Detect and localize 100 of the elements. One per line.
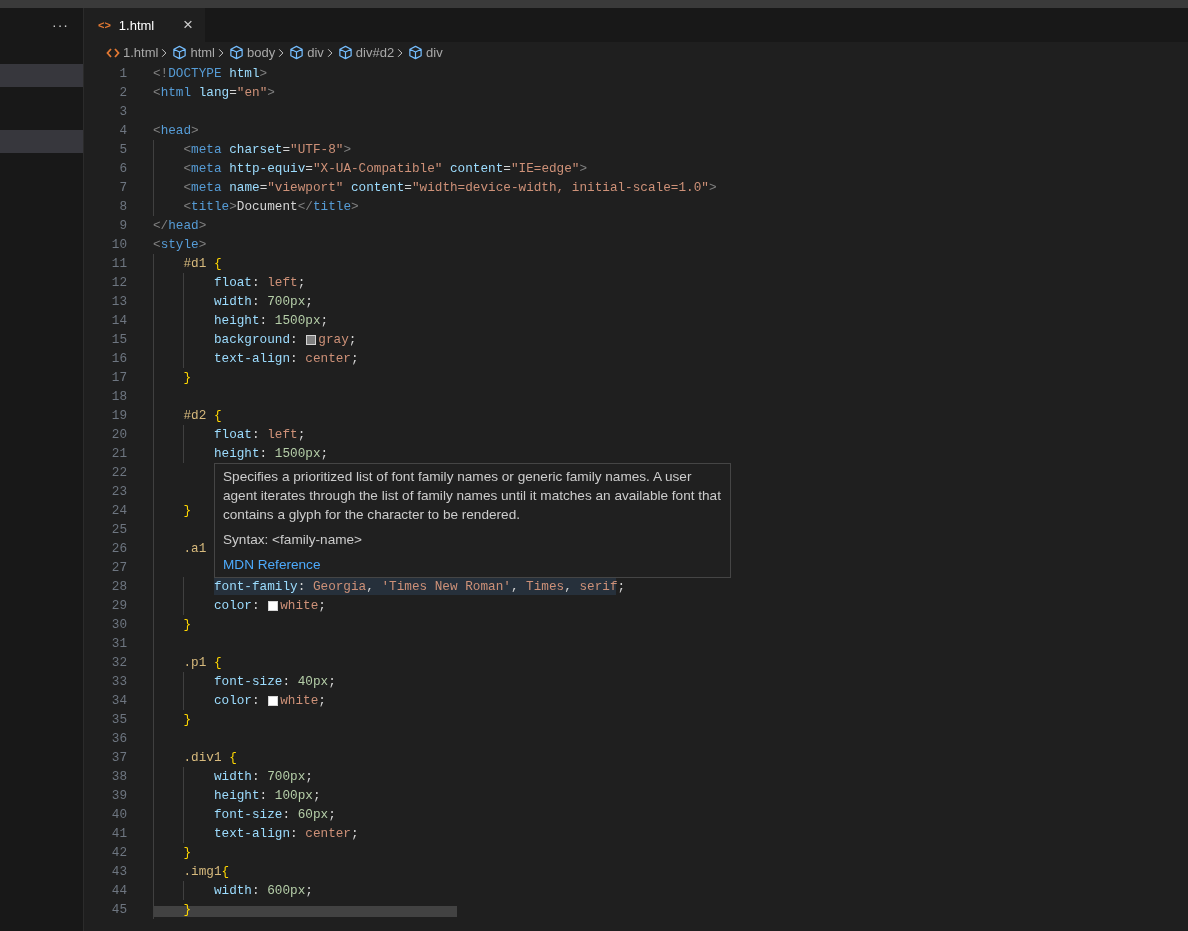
line-number: 33 [110, 673, 128, 691]
tooltip-description: Specifies a prioritized list of font family names or generic family names. A user agent iterates through the list of family names until it matches an available font that contains a glyph for the character to be rendered. [223, 468, 722, 524]
code-text: </head> [153, 217, 207, 235]
line-number: 5 [118, 141, 128, 159]
line-number: 45 [110, 901, 128, 919]
line-number: 4 [118, 122, 128, 140]
more-actions-icon[interactable]: ··· [52, 17, 69, 33]
line-number: 28 [110, 578, 128, 596]
breadcrumb-item[interactable]: 1.html [123, 45, 159, 60]
code-text: <head> [153, 122, 199, 140]
code-text: } [182, 616, 192, 634]
line-number: 21 [110, 445, 128, 463]
breadcrumb-item[interactable]: div [307, 45, 324, 60]
breadcrumb-item[interactable]: div [426, 45, 443, 60]
code-text: } [182, 901, 192, 919]
code-text: color: [212, 597, 261, 615]
line-number: 31 [110, 635, 128, 653]
line-number: 32 [110, 654, 128, 672]
line-number: 1 [118, 65, 128, 83]
code-text: width: 700px; [212, 293, 313, 311]
code-text: <style> [153, 236, 207, 254]
line-number: 18 [110, 388, 128, 406]
code-text: .img1{ [182, 863, 230, 881]
line-number: 44 [110, 882, 128, 900]
line-number: 35 [110, 711, 128, 729]
breadcrumb-item[interactable]: html [190, 45, 215, 60]
cube-icon [172, 45, 188, 60]
scrollbar-thumb[interactable] [153, 906, 457, 917]
line-number: 34 [110, 692, 128, 710]
line-number: 15 [110, 331, 128, 349]
line-number: 41 [110, 825, 128, 843]
code-text: font-size: 40px; [212, 673, 336, 691]
code-text: width: 600px; [212, 882, 313, 900]
code-text: } [182, 844, 192, 862]
line-number: 27 [110, 559, 128, 577]
line-number: 30 [110, 616, 128, 634]
line-number: 23 [110, 483, 128, 501]
code-text: white; [280, 597, 326, 615]
code-text: #d2 { [182, 407, 222, 425]
code-text: background: [212, 331, 299, 349]
code-text: .a1 [182, 540, 207, 558]
line-number: 20 [110, 426, 128, 444]
code-text: <meta http-equiv="X-UA-Compatible" content="IE=edge"> [182, 160, 588, 178]
code-text: } [182, 369, 192, 387]
line-number: 8 [118, 198, 128, 216]
line-number: 29 [110, 597, 128, 615]
line-number: 40 [110, 806, 128, 824]
code-text: } [182, 502, 192, 520]
line-number: 24 [110, 502, 128, 520]
line-number: 39 [110, 787, 128, 805]
color-swatch[interactable] [268, 600, 279, 611]
cube-icon [289, 45, 305, 60]
line-number: 6 [118, 160, 128, 178]
code-text: <meta name="viewport" content="width=device-width, initial-scale=1.0"> [182, 179, 717, 197]
code-text: } [182, 711, 192, 729]
line-number: 12 [110, 274, 128, 292]
code-text: <!DOCTYPE html> [153, 65, 268, 83]
cube-icon [337, 45, 353, 60]
line-number: 9 [118, 217, 128, 235]
chevron-icon [397, 47, 404, 58]
code-text: #d1 { [182, 255, 222, 273]
line-number: 36 [110, 730, 128, 748]
code-text: color: [212, 692, 261, 710]
mdn-reference-link[interactable]: MDN Reference [223, 555, 321, 574]
code-text: gray; [318, 331, 357, 349]
code-text: float: left; [212, 426, 306, 444]
code-text: white; [280, 692, 326, 710]
code-brackets-icon [106, 46, 120, 59]
code-text: width: 700px; [212, 768, 313, 786]
code-text: text-align: center; [212, 825, 359, 843]
line-number: 3 [118, 103, 128, 121]
code-text: <meta charset="UTF-8"> [182, 141, 351, 159]
code-text: float: left; [212, 274, 306, 292]
line-number: 25 [110, 521, 128, 539]
line-number: 10 [110, 236, 128, 254]
line-number: 42 [110, 844, 128, 862]
breadcrumb-item[interactable]: div#d2 [355, 45, 395, 60]
color-swatch[interactable] [268, 695, 279, 706]
cube-icon [228, 45, 244, 60]
line-number: 17 [110, 369, 128, 387]
line-number: 43 [110, 863, 128, 881]
line-number: 19 [110, 407, 128, 425]
line-number: 37 [110, 749, 128, 767]
color-swatch[interactable] [306, 334, 317, 345]
code-text: font-family: Georgia, 'Times New Roman', Times, serif; [212, 578, 626, 596]
line-number: 16 [110, 350, 128, 368]
editor-tab[interactable]: <> 1.html × [84, 8, 205, 42]
chevron-icon [278, 47, 285, 58]
line-number: 2 [118, 84, 128, 102]
code-text: height: 100px; [212, 787, 321, 805]
breadcrumb-item[interactable]: body [246, 45, 276, 60]
chevron-icon [326, 47, 333, 58]
code-text: <title>Document</title> [182, 198, 359, 216]
code-text: text-align: center; [212, 350, 359, 368]
line-number: 14 [110, 312, 128, 330]
chevron-icon [161, 47, 168, 58]
code-text: height: 1500px; [212, 445, 329, 463]
chevron-icon [217, 47, 224, 58]
code-text: <html lang="en"> [153, 84, 275, 102]
syntax-text: Syntax: <family-name> [223, 531, 364, 549]
